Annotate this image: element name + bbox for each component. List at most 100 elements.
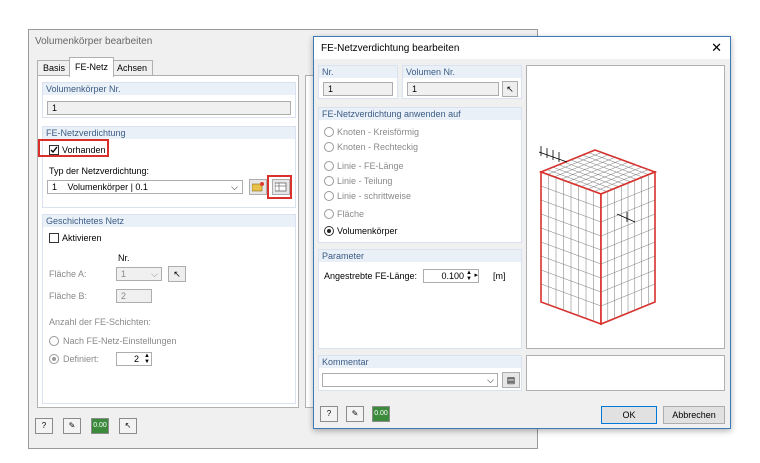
nr-section: Nr. 1 bbox=[318, 65, 398, 99]
surface-a-value: 1 bbox=[121, 269, 127, 279]
section-header: FE-Netzverdichtung bbox=[43, 127, 295, 139]
units-button[interactable]: 0.00 bbox=[372, 406, 390, 422]
ok-button[interactable]: OK bbox=[601, 406, 657, 424]
type-value: Volumenkörper | 0.1 bbox=[67, 182, 148, 192]
option-label-solid: Volumenkörper bbox=[337, 226, 398, 236]
option-label-node-circular: Knoten - Kreisförmig bbox=[337, 127, 420, 137]
comment-input[interactable]: ⌵ bbox=[322, 373, 498, 387]
type-no: 1 bbox=[52, 182, 58, 192]
mesh-cube-illustration bbox=[538, 146, 658, 326]
chevron-down-icon: ⌵ bbox=[231, 182, 238, 192]
type-select[interactable]: 1 Volumenkörper | 0.1 ⌵ bbox=[47, 180, 243, 194]
section-header: FE-Netzverdichtung anwenden auf bbox=[319, 108, 521, 120]
target-length-label: Angestrebte FE-Länge: bbox=[324, 271, 418, 281]
comment-section: Kommentar ⌵ ▤ bbox=[318, 355, 522, 391]
dialog-title: FE-Netzverdichtung bearbeiten bbox=[321, 43, 460, 54]
new-refinement-button[interactable] bbox=[249, 179, 267, 195]
parameter-section: Parameter Angestrebte FE-Länge: 0.100 ▲ ▼… bbox=[318, 249, 522, 349]
target-length-value: 0.100 bbox=[441, 271, 464, 281]
close-icon[interactable]: ✕ bbox=[711, 40, 722, 56]
defined-label: Definiert: bbox=[63, 354, 100, 364]
by-settings-label: Nach FE-Netz-Einstellungen bbox=[63, 336, 177, 346]
option-label-node-rect: Knoten - Rechteckig bbox=[337, 142, 419, 152]
apply-to-section: FE-Netzverdichtung anwenden auf Knoten -… bbox=[318, 107, 522, 243]
layers-count-label: Anzahl der FE-Schichten: bbox=[49, 317, 152, 327]
activate-label: Aktivieren bbox=[62, 233, 102, 243]
dialog-title: Volumenkörper bearbeiten bbox=[35, 36, 153, 47]
option-radio-line-gradual[interactable] bbox=[324, 191, 334, 201]
folder-icon: ▤ bbox=[506, 375, 516, 385]
surface-b-field: 2 bbox=[116, 289, 152, 303]
spin-icon: ▲ ▼ bbox=[466, 270, 472, 282]
cursor-icon: ↖ bbox=[124, 421, 132, 430]
pencil-icon: ✎ bbox=[351, 409, 359, 418]
pick-button[interactable]: ↖ bbox=[119, 418, 137, 434]
spin-icon: ▲ ▼ bbox=[144, 353, 150, 365]
help-icon: ? bbox=[326, 409, 332, 418]
help-button[interactable]: ? bbox=[35, 418, 53, 434]
section-header: Volumen Nr. bbox=[403, 66, 521, 78]
type-label: Typ der Netzverdichtung: bbox=[49, 166, 150, 176]
comment-library-button[interactable]: ▤ bbox=[502, 372, 520, 388]
solid-no-field: 1 bbox=[47, 101, 291, 115]
defined-value: 2 bbox=[133, 354, 139, 364]
preview-panel bbox=[526, 65, 725, 349]
edit-button[interactable]: ✎ bbox=[346, 406, 364, 422]
section-header: Parameter bbox=[319, 250, 521, 262]
pick-cursor-icon: ↖ bbox=[506, 84, 514, 94]
cancel-button[interactable]: Abbrechen bbox=[663, 406, 725, 424]
comment-preview bbox=[526, 355, 725, 391]
section-header: Volumenkörper Nr. bbox=[43, 83, 295, 95]
target-length-input[interactable]: 0.100 ▲ ▼ ▸ bbox=[423, 269, 479, 283]
target-length-unit: [m] bbox=[493, 271, 506, 281]
surface-a-select[interactable]: 1 ⌵ bbox=[116, 267, 162, 281]
defined-radio[interactable] bbox=[49, 354, 59, 364]
tab-fe-mesh[interactable]: FE-Netz bbox=[69, 57, 115, 77]
help-icon: ? bbox=[41, 421, 47, 430]
title-bar: FE-Netzverdichtung bearbeiten ✕ bbox=[314, 37, 730, 59]
option-label-line-division: Linie - Teilung bbox=[337, 176, 393, 186]
solid-no-field: 1 bbox=[407, 82, 499, 96]
by-settings-radio[interactable] bbox=[49, 336, 59, 346]
chevron-down-icon: ⌵ bbox=[151, 269, 158, 279]
option-label-surface: Fläche bbox=[337, 209, 365, 219]
surface-a-label: Fläche A: bbox=[49, 269, 87, 279]
pick-surface-button[interactable]: ↖ bbox=[168, 266, 186, 282]
pick-cursor-icon: ↖ bbox=[173, 269, 181, 279]
edit-button-highlight bbox=[267, 175, 292, 199]
section-header: Nr. bbox=[319, 66, 397, 78]
activate-checkbox[interactable] bbox=[49, 233, 59, 243]
solid-no-section: Volumenkörper Nr. 1 bbox=[42, 82, 296, 118]
decimal-icon: 0.00 bbox=[93, 422, 107, 429]
section-header: Geschichtetes Netz bbox=[43, 215, 295, 227]
option-radio-surface[interactable] bbox=[324, 209, 334, 219]
option-radio-line-division[interactable] bbox=[324, 176, 334, 186]
units-button[interactable]: 0.00 bbox=[91, 418, 109, 434]
present-highlight bbox=[38, 139, 109, 157]
pick-solid-button[interactable]: ↖ bbox=[502, 81, 518, 97]
defined-stepper[interactable]: 2 ▲ ▼ bbox=[116, 352, 152, 366]
decimal-icon: 0.00 bbox=[374, 410, 388, 417]
option-radio-node-circular[interactable] bbox=[324, 127, 334, 137]
option-radio-line-length[interactable] bbox=[324, 161, 334, 171]
edit-button[interactable]: ✎ bbox=[63, 418, 81, 434]
solid-no-section: Volumen Nr. 1 ↖ bbox=[402, 65, 522, 99]
option-label-line-gradual: Linie - schrittweise bbox=[337, 191, 412, 201]
edit-mesh-refinement-dialog: FE-Netzverdichtung bearbeiten ✕ Nr. 1 Vo… bbox=[313, 36, 731, 429]
chevron-down-icon: ⌵ bbox=[487, 375, 494, 385]
option-radio-node-rect[interactable] bbox=[324, 142, 334, 152]
option-label-line-length: Linie - FE-Länge bbox=[337, 161, 404, 171]
tab-basis[interactable]: Basis bbox=[37, 60, 72, 76]
arrow-right-icon: ▸ bbox=[474, 272, 478, 279]
nr-label: Nr. bbox=[118, 253, 130, 263]
surface-b-label: Fläche B: bbox=[49, 291, 88, 301]
tab-axes[interactable]: Achsen bbox=[111, 60, 154, 76]
pencil-icon: ✎ bbox=[68, 421, 76, 430]
help-button[interactable]: ? bbox=[320, 406, 338, 422]
option-radio-solid[interactable] bbox=[324, 226, 334, 236]
new-folder-icon bbox=[251, 182, 264, 192]
tab-panel: Volumenkörper Nr. 1 FE-Netzverdichtung V… bbox=[37, 75, 299, 408]
section-header: Kommentar bbox=[319, 356, 521, 368]
layered-mesh-section: Geschichtetes Netz Aktivieren Nr. Fläche… bbox=[42, 214, 296, 404]
nr-field: 1 bbox=[323, 82, 393, 96]
